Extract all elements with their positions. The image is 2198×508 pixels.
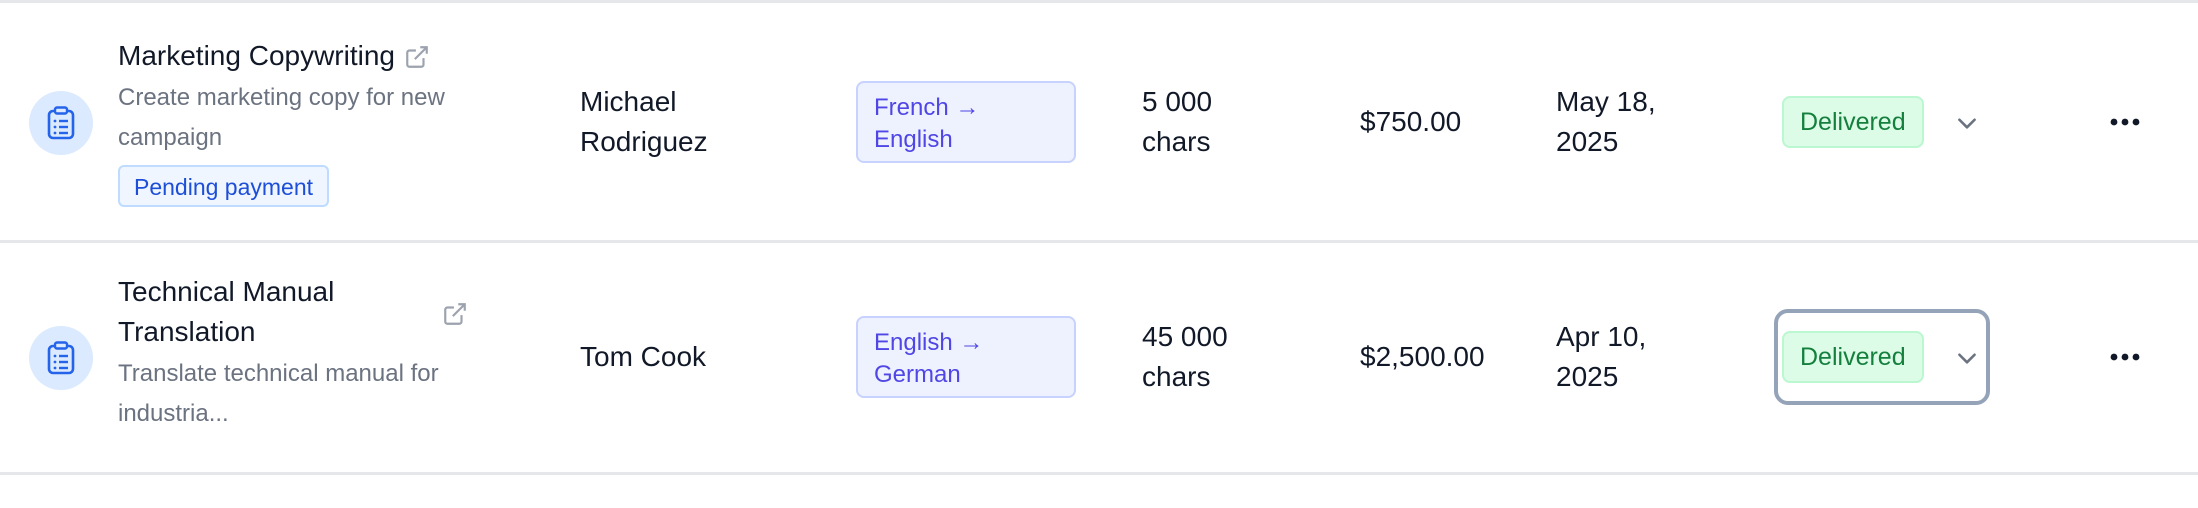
pending-payment-tag: Pending payment <box>118 165 330 207</box>
language-pair-badge: French → English <box>856 81 1076 163</box>
volume-chars: 45 000 chars <box>1142 321 1228 392</box>
status-badge: Delivered <box>1782 96 1924 148</box>
table-row[interactable]: Technical Manual Translation Translate t… <box>0 240 2198 472</box>
chevron-down-icon[interactable] <box>1954 345 1980 371</box>
more-horizontal-icon[interactable] <box>2110 116 2140 128</box>
external-link-icon[interactable] <box>442 301 468 327</box>
volume-chars: 5 000 chars <box>1142 86 1213 157</box>
price: $2,500.00 <box>1360 341 1485 372</box>
status-badge: Delivered <box>1782 331 1924 383</box>
clipboard-icon <box>29 91 93 155</box>
client-name: Michael Rodriguez <box>580 86 708 157</box>
project-description: Translate technical manual for industria… <box>118 360 439 427</box>
row-divider <box>0 472 2198 475</box>
more-horizontal-icon[interactable] <box>2110 351 2140 363</box>
client-name: Tom Cook <box>580 341 707 372</box>
external-link-icon[interactable] <box>404 44 430 70</box>
chevron-down-icon[interactable] <box>1954 110 1980 136</box>
project-title-link[interactable]: Technical Manual Translation <box>118 272 334 352</box>
status-select[interactable]: Delivered <box>1774 74 1990 170</box>
price: $750.00 <box>1360 106 1462 137</box>
project-description: Create marketing copy for new campaign <box>118 84 445 151</box>
due-date: May 18, 2025 <box>1556 86 1656 157</box>
table-row[interactable]: Marketing Copywriting Create marketing c… <box>0 0 2198 240</box>
due-date: Apr 10, 2025 <box>1556 321 1647 392</box>
project-title-link[interactable]: Marketing Copywriting <box>118 36 395 76</box>
language-pair-badge: English → German <box>856 316 1076 398</box>
status-select[interactable]: Delivered <box>1774 309 1990 405</box>
clipboard-icon <box>29 326 93 390</box>
